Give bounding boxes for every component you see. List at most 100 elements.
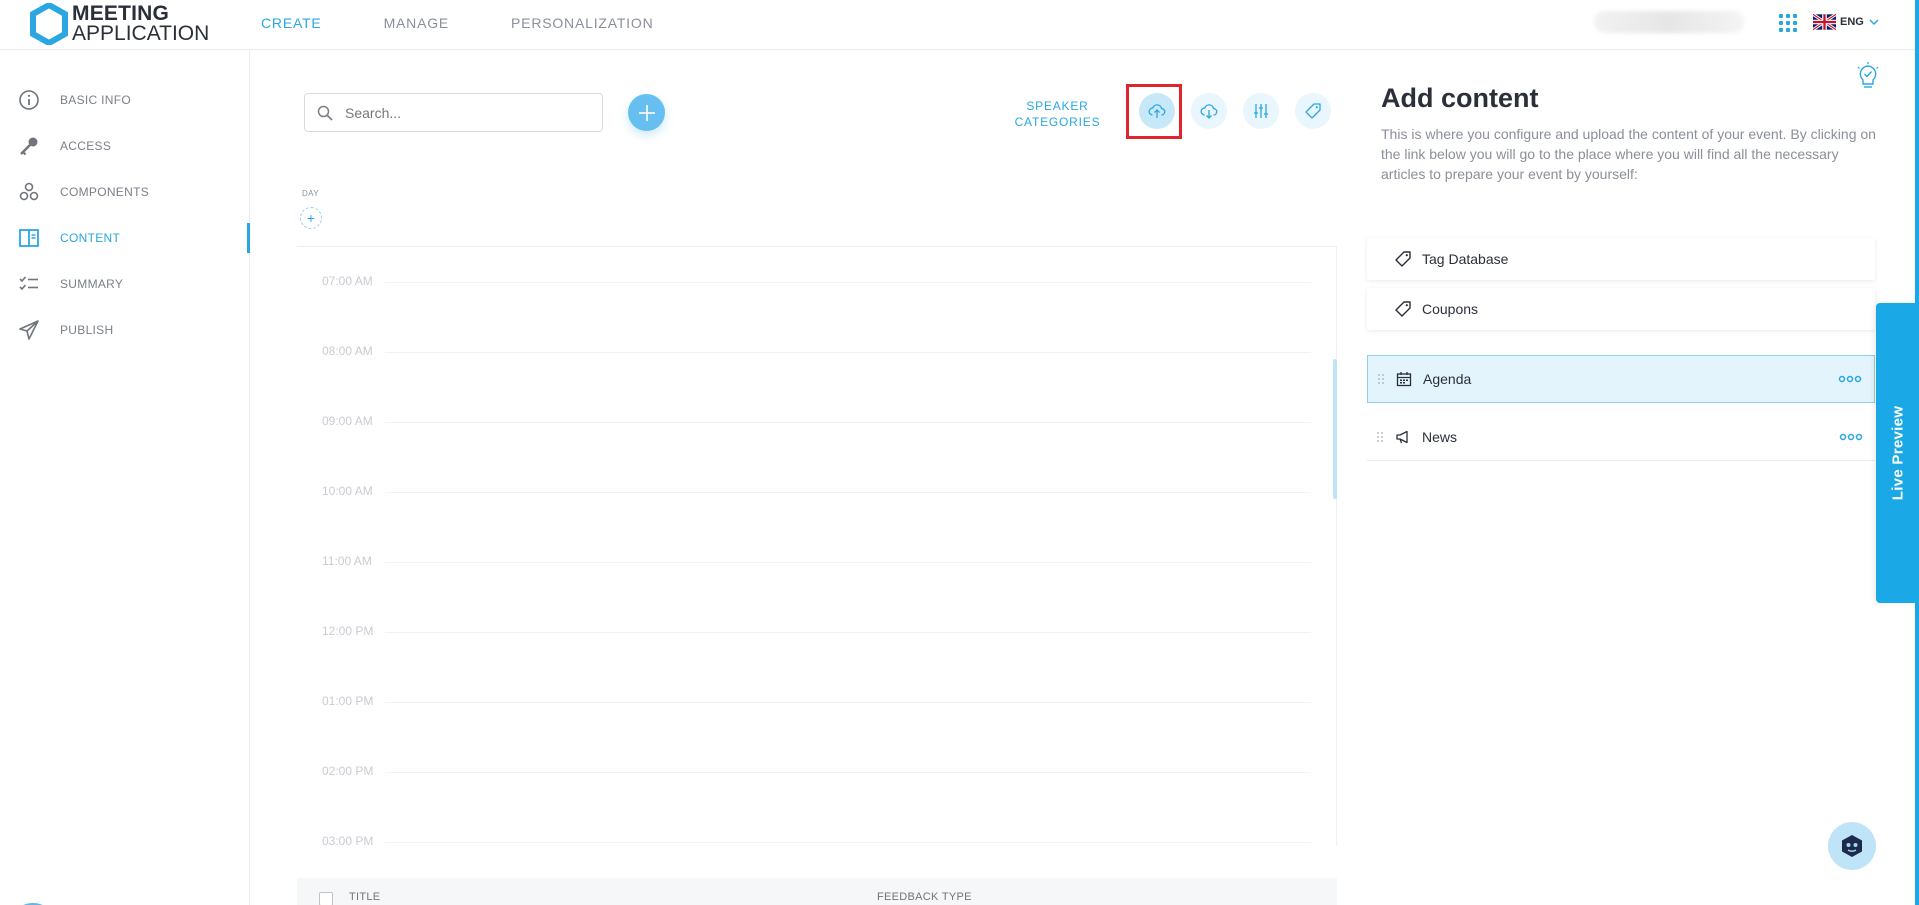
hexagon-logo-icon [30,3,68,45]
language-selector[interactable]: ENG [1813,14,1879,30]
speaker-categories-link[interactable]: SPEAKER CATEGORIES [1010,98,1105,130]
user-menu-blurred[interactable] [1594,11,1744,33]
time-label: 08:00 AM [322,344,373,358]
sidebar-item-label: SUMMARY [60,277,124,291]
chat-bot-button[interactable] [1828,822,1876,870]
tag-database-label: Tag Database [1422,251,1509,267]
active-indicator [247,223,250,253]
time-label: 02:00 PM [322,764,374,778]
add-day-button[interactable]: + [300,207,322,229]
add-item-button[interactable] [628,94,665,131]
panel-description: This is where you configure and upload t… [1381,126,1876,182]
tag-icon [1395,251,1411,267]
module-label: News [1422,428,1458,445]
time-row: 07:00 AM [297,274,1336,344]
drag-handle-icon[interactable] [1377,373,1385,385]
top-nav: CREATE MANAGE PERSONALIZATION [261,0,715,46]
uk-flag-icon [1813,14,1836,30]
sidebar-item-label: CONTENT [60,231,121,245]
sidebar-item-components[interactable]: COMPONENTS [0,174,250,210]
time-row: 11:00 AM [297,554,1336,624]
speaker-categories-line1: SPEAKER [1026,99,1089,113]
components-icon [17,180,41,204]
time-gridline [385,282,1311,283]
checklist-icon [17,272,41,296]
search-input[interactable] [345,102,585,124]
time-gridline [385,842,1311,843]
send-icon [17,318,41,342]
time-label: 03:00 PM [322,834,374,846]
sidebar-item-label: ACCESS [60,139,112,153]
nav-manage[interactable]: MANAGE [384,15,449,31]
time-label: 11:00 AM [322,554,372,568]
sidebar: BASIC INFO ACCESS COMPONENTS CONTENT SUM… [0,50,250,905]
time-row: 12:00 PM [297,624,1336,694]
info-icon [17,88,41,112]
time-gridline [385,702,1311,703]
filter-settings-button[interactable] [1243,93,1279,129]
sidebar-item-label: COMPONENTS [60,185,150,199]
time-label: 12:00 PM [322,624,374,638]
logo-line-2: APPLICATION [72,22,210,45]
select-all-checkbox[interactable] [319,892,333,905]
download-button[interactable] [1191,93,1227,129]
highlight-marker [1126,84,1182,139]
module-news[interactable]: News [1367,413,1875,461]
lightbulb-icon[interactable] [1855,62,1881,92]
time-row: 03:00 PM [297,834,1336,846]
logo-line-1: MEETING [72,2,170,25]
time-row: 02:00 PM [297,764,1336,834]
column-header-title[interactable]: TITLE [349,891,380,903]
more-options-icon[interactable] [1838,375,1862,383]
sidebar-item-access[interactable]: ACCESS [0,128,250,164]
tag-database-link[interactable]: Tag Database [1367,238,1875,280]
chevron-down-icon [1869,19,1879,26]
sidebar-item-label: BASIC INFO [60,93,132,107]
time-row: 09:00 AM [297,414,1336,484]
time-label: 01:00 PM [322,694,374,708]
nav-personalization[interactable]: PERSONALIZATION [511,15,653,31]
column-header-feedback-type[interactable]: FEEDBACK TYPE [877,891,972,903]
module-label: Agenda [1423,371,1472,387]
content-icon [17,226,41,250]
sidebar-item-content[interactable]: CONTENT [0,220,250,256]
sliders-icon [1254,104,1268,118]
grid-icon[interactable] [1779,14,1797,32]
module-agenda[interactable]: Agenda [1367,355,1875,403]
key-icon [17,134,41,158]
time-label: 07:00 AM [322,274,373,288]
sidebar-item-basic-info[interactable]: BASIC INFO [0,82,250,118]
cloud-download-icon [1200,104,1218,119]
coupons-link[interactable]: Coupons [1367,288,1875,330]
top-bar: MEETING APPLICATION CREATE MANAGE PERSON… [0,0,1919,50]
time-gridline [385,632,1311,633]
live-preview-tab[interactable]: Live Preview [1876,303,1919,603]
sidebar-item-summary[interactable]: SUMMARY [0,266,250,302]
time-gridline [385,422,1311,423]
bot-icon [1842,835,1862,857]
time-gridline [385,772,1311,773]
time-label: 10:00 AM [322,484,373,498]
more-options-icon[interactable] [1839,433,1863,441]
timeline-scrollbar[interactable] [1333,359,1337,499]
search-icon [317,105,333,121]
time-row: 10:00 AM [297,484,1336,554]
agenda-timeline[interactable]: 07:00 AM 08:00 AM 09:00 AM 10:00 AM 11:0… [297,246,1337,846]
time-gridline [385,352,1311,353]
coupons-label: Coupons [1422,301,1479,317]
time-row: 08:00 AM [297,344,1336,414]
app-logo[interactable]: MEETING APPLICATION [30,3,209,45]
plus-icon [638,104,655,121]
drag-handle-icon[interactable] [1376,431,1384,443]
tags-button[interactable] [1295,93,1331,129]
live-preview-label: Live Preview [1889,405,1906,501]
time-row: 01:00 PM [297,694,1336,764]
time-gridline [385,562,1311,563]
tag-icon [1395,301,1411,317]
panel-title: Add content [1381,83,1539,113]
sidebar-item-publish[interactable]: PUBLISH [0,312,250,348]
calendar-icon [1396,372,1412,387]
nav-create[interactable]: CREATE [261,15,322,31]
time-label: 09:00 AM [322,414,373,428]
search-field[interactable] [304,93,603,132]
